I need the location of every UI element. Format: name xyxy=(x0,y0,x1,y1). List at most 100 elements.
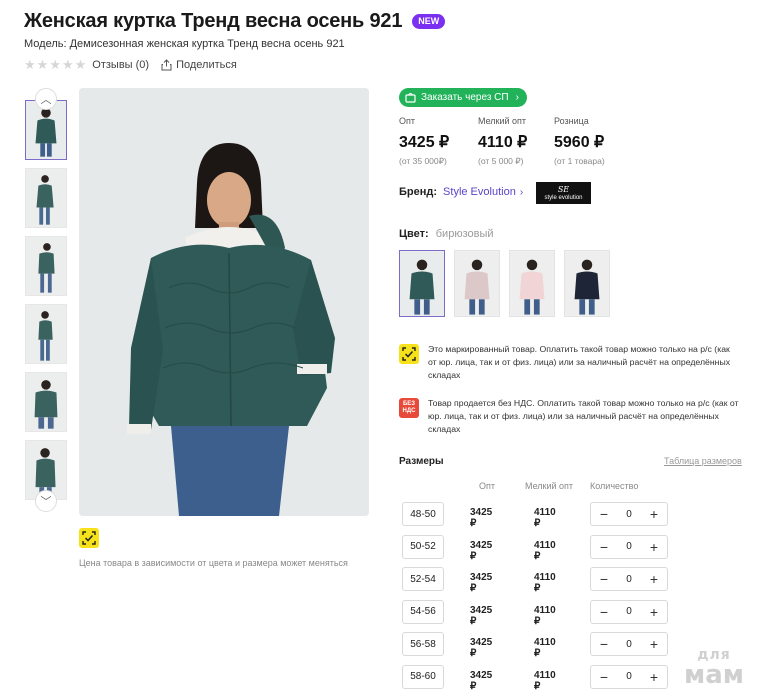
thumbnail[interactable] xyxy=(25,236,67,296)
jacket-thumb-image xyxy=(26,373,66,431)
order-label: Заказать через СП xyxy=(421,92,509,103)
column-header-quantity: Количество xyxy=(590,481,639,491)
price-condition: (от 35 000₽) xyxy=(399,156,447,166)
star-icon: ★ xyxy=(74,57,87,72)
plus-button[interactable]: + xyxy=(647,507,661,521)
star-icon: ★ xyxy=(36,57,49,72)
thumbnail[interactable] xyxy=(25,304,67,364)
swatch-image xyxy=(510,251,554,316)
quantity-value[interactable]: 0 xyxy=(626,541,632,552)
price-label: Розница xyxy=(554,116,589,126)
watermark: для мам xyxy=(684,648,744,688)
share-icon xyxy=(161,58,172,70)
price-opt: Опт 3425 ₽ (от 35 000₽) xyxy=(399,116,449,167)
rating-row: ★ ★ ★ ★ ★ Отзывы (0) Поделиться xyxy=(24,58,237,71)
plus-button[interactable]: + xyxy=(647,605,661,619)
thumbnail[interactable] xyxy=(25,372,67,432)
marking-icon xyxy=(399,344,419,364)
no-vat-icon-text: БЕЗ НДС xyxy=(402,401,416,414)
color-swatch-teal[interactable] xyxy=(399,250,445,317)
minus-button[interactable]: − xyxy=(597,670,611,684)
new-badge: NEW xyxy=(412,14,446,29)
price-note: Цена товара в зависимости от цвета и раз… xyxy=(79,558,348,568)
no-vat-notice-text: Товар продается без НДС. Оплатить такой … xyxy=(428,398,739,434)
small-opt-price: 4110 ₽ xyxy=(534,572,556,594)
plus-button[interactable]: + xyxy=(647,637,661,651)
jacket-thumb-image xyxy=(26,169,66,227)
opt-price: 3425 ₽ xyxy=(470,669,493,692)
price-small-opt: Мелкий опт 4110 ₽ (от 5 000 ₽) xyxy=(478,116,527,167)
marking-notice: Это маркированный товар. Оплатить такой … xyxy=(399,343,740,382)
price-value: 5960 ₽ xyxy=(554,134,605,151)
quantity-stepper: − 0 + xyxy=(590,632,668,656)
minus-button[interactable]: − xyxy=(597,605,611,619)
quantity-value[interactable]: 0 xyxy=(626,639,632,650)
thumbs-up-button[interactable]: ︿ xyxy=(35,88,57,110)
product-model: Модель: Демисезонная женская куртка Трен… xyxy=(24,38,345,50)
share-button[interactable]: Поделиться xyxy=(161,59,237,71)
chevron-right-icon: › xyxy=(515,92,519,103)
small-opt-price: 4110 ₽ xyxy=(534,507,556,529)
plus-button[interactable]: + xyxy=(647,540,661,554)
color-swatch-light-pink[interactable] xyxy=(509,250,555,317)
swatch-image xyxy=(565,251,609,316)
brand-logo-text: style evolution xyxy=(544,194,583,201)
size-label: 58-60 xyxy=(402,664,444,689)
brand-link[interactable]: Style Evolution xyxy=(443,186,516,198)
order-via-sp-button[interactable]: Заказать через СП › xyxy=(399,88,527,107)
brand-row: Бренд: Style Evolution › xyxy=(399,186,523,198)
price-retail: Розница 5960 ₽ (от 1 товара) xyxy=(554,116,605,166)
marking-notice-text: Это маркированный товар. Оплатить такой … xyxy=(428,344,731,380)
swatch-image xyxy=(455,251,499,316)
small-opt-price: 4110 ₽ xyxy=(534,539,556,562)
price-value: 3425 ₽ xyxy=(399,134,450,151)
plus-button[interactable]: + xyxy=(647,572,661,586)
quantity-stepper: − 0 + xyxy=(590,502,668,526)
quantity-value[interactable]: 0 xyxy=(626,509,632,520)
quantity-value[interactable]: 0 xyxy=(626,606,632,617)
opt-price: 3425 ₽ xyxy=(470,539,493,562)
plus-button[interactable]: + xyxy=(647,670,661,684)
opt-price: 3425 ₽ xyxy=(470,507,493,529)
size-label: 50-52 xyxy=(402,534,444,559)
star-icon: ★ xyxy=(61,57,74,72)
brand-logo[interactable]: SE style evolution xyxy=(536,182,591,204)
small-opt-price: 4110 ₽ xyxy=(534,604,556,627)
marking-icon xyxy=(79,528,99,548)
watermark-line2: мам xyxy=(684,660,745,690)
minus-button[interactable]: − xyxy=(597,637,611,651)
minus-button[interactable]: − xyxy=(597,572,611,586)
title-row: Женская куртка Тренд весна осень 921 NEW xyxy=(24,10,446,33)
thumbs-down-button[interactable]: ﹀ xyxy=(35,490,57,512)
basket-icon xyxy=(405,92,416,103)
thumbnail-strip: ︿ ﹀ xyxy=(25,88,69,512)
no-vat-notice: БЕЗ НДС Товар продается без НДС. Оплатит… xyxy=(399,397,740,436)
price-value: 4110 ₽ xyxy=(478,134,528,151)
small-opt-price: 4110 ₽ xyxy=(534,669,556,692)
quantity-stepper: − 0 + xyxy=(590,567,668,591)
quantity-value[interactable]: 0 xyxy=(626,671,632,682)
quantity-value[interactable]: 0 xyxy=(626,574,632,585)
color-swatch-navy[interactable] xyxy=(564,250,610,317)
minus-button[interactable]: − xyxy=(597,540,611,554)
size-label: 48-50 xyxy=(402,502,444,526)
rating-stars[interactable]: ★ ★ ★ ★ ★ xyxy=(24,58,86,71)
star-icon: ★ xyxy=(49,57,61,72)
price-label: Опт xyxy=(399,116,415,126)
size-label: 54-56 xyxy=(402,599,444,624)
chevron-down-icon: ﹀ xyxy=(40,496,52,508)
jacket-thumb-image xyxy=(26,237,66,295)
price-condition: (от 5 000 ₽) xyxy=(478,156,524,166)
no-vat-icon: БЕЗ НДС xyxy=(399,398,419,418)
minus-button[interactable]: − xyxy=(597,507,611,521)
color-swatch-pink-grey[interactable] xyxy=(454,250,500,317)
reviews-link[interactable]: Отзывы (0) xyxy=(92,59,149,71)
jacket-photo xyxy=(79,88,369,516)
jacket-thumb-image xyxy=(26,305,66,363)
thumbnail[interactable] xyxy=(25,168,67,228)
quantity-stepper: − 0 + xyxy=(590,599,668,624)
main-product-image[interactable] xyxy=(79,88,369,516)
quantity-stepper: − 0 + xyxy=(590,664,668,689)
size-table-link[interactable]: Таблица размеров xyxy=(664,456,742,466)
sizes-title: Размеры xyxy=(399,456,444,467)
